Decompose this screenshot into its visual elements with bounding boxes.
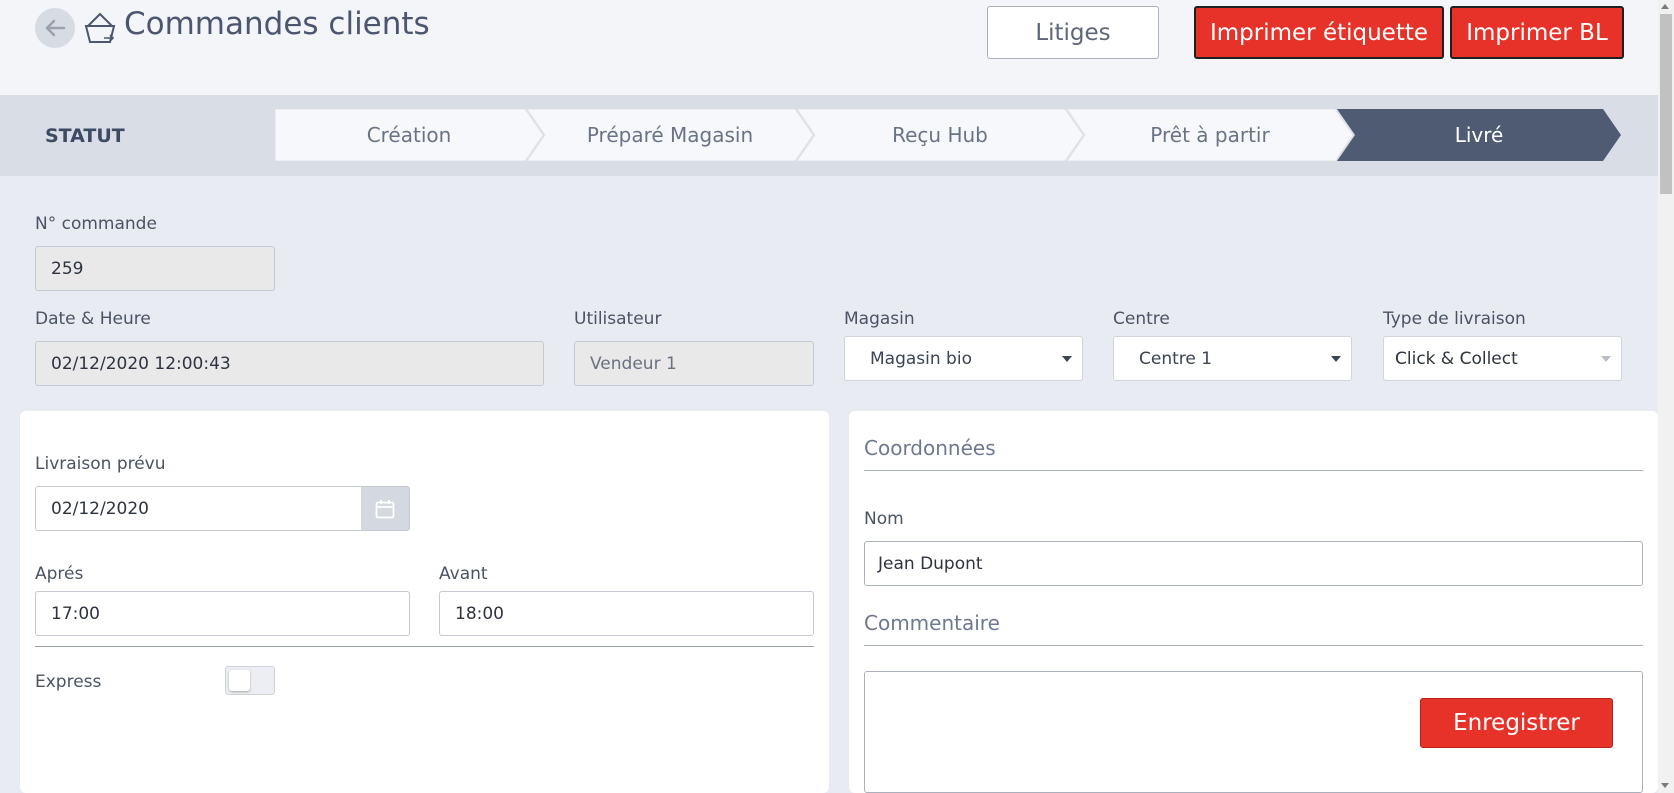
delivery-type-select[interactable]: Click & Collect (1383, 336, 1622, 381)
store-select-value: Magasin bio (870, 348, 972, 369)
after-label: Aprés (35, 564, 84, 584)
delivery-type-label: Type de livraison (1383, 309, 1526, 329)
status-step-label: Livré (1454, 123, 1504, 147)
comment-section-title: Commentaire (864, 611, 1000, 635)
toggle-knob (229, 670, 250, 691)
status-step-label: Création (366, 123, 452, 147)
datetime-label: Date & Heure (35, 309, 151, 329)
status-step-pret[interactable]: Prêt à partir (1067, 109, 1353, 161)
center-select[interactable]: Centre 1 (1113, 336, 1352, 381)
name-label: Nom (864, 509, 904, 529)
contact-section-title: Coordonnées (864, 436, 996, 460)
store-label: Magasin (844, 309, 915, 329)
status-label: STATUT (45, 125, 125, 147)
planned-delivery-label: Livraison prévu (35, 454, 166, 474)
center-select-value: Centre 1 (1139, 348, 1213, 369)
status-step-label: Prêt à partir (1150, 123, 1270, 147)
user-field[interactable]: Vendeur 1 (574, 341, 814, 386)
express-label: Express (35, 672, 102, 692)
center-label: Centre (1113, 309, 1170, 329)
litiges-button[interactable]: Litiges (987, 6, 1159, 59)
status-step-label: Reçu Hub (892, 123, 988, 147)
divider (864, 645, 1643, 646)
status-steps: Création Préparé Magasin Reçu Hub Prêt à… (275, 109, 1621, 161)
before-time-input[interactable]: 18:00 (439, 591, 814, 636)
delivery-type-select-value: Click & Collect (1395, 348, 1518, 369)
chevron-down-icon (1062, 356, 1072, 362)
user-label: Utilisateur (574, 309, 662, 329)
express-toggle[interactable] (225, 666, 275, 695)
scrollbar-thumb[interactable] (1660, 14, 1672, 194)
before-label: Avant (439, 564, 488, 584)
page-title: Commandes clients (124, 6, 430, 42)
calendar-button[interactable] (361, 486, 410, 531)
order-number-label: N° commande (35, 214, 157, 234)
status-step-creation[interactable]: Création (275, 109, 543, 161)
status-step-livre[interactable]: Livré (1337, 109, 1621, 161)
chevron-down-icon (1331, 356, 1341, 362)
status-step-label: Préparé Magasin (586, 123, 754, 147)
print-label-button[interactable]: Imprimer étiquette (1194, 6, 1444, 59)
divider (35, 646, 814, 647)
scroll-down-icon[interactable] (1661, 783, 1669, 788)
datetime-field[interactable]: 02/12/2020 12:00:43 (35, 341, 544, 386)
chevron-down-icon (1601, 356, 1611, 362)
status-step-prepare[interactable]: Préparé Magasin (527, 109, 813, 161)
save-button[interactable]: Enregistrer (1420, 698, 1613, 748)
basket-icon (84, 12, 116, 43)
store-select[interactable]: Magasin bio (844, 336, 1083, 381)
status-bar: STATUT Création Préparé Magasin Reçu Hub… (0, 95, 1658, 176)
planned-delivery-input[interactable]: 02/12/2020 (35, 486, 362, 531)
status-step-recu-hub[interactable]: Reçu Hub (797, 109, 1083, 161)
print-bl-button[interactable]: Imprimer BL (1450, 6, 1624, 59)
order-number-field[interactable]: 259 (35, 246, 275, 291)
back-button[interactable] (35, 8, 75, 48)
divider (864, 470, 1643, 471)
arrow-left-icon (45, 19, 66, 37)
after-time-input[interactable]: 17:00 (35, 591, 410, 636)
scroll-up-icon[interactable] (1661, 4, 1669, 9)
name-input[interactable]: Jean Dupont (864, 541, 1643, 586)
calendar-icon (375, 499, 395, 518)
